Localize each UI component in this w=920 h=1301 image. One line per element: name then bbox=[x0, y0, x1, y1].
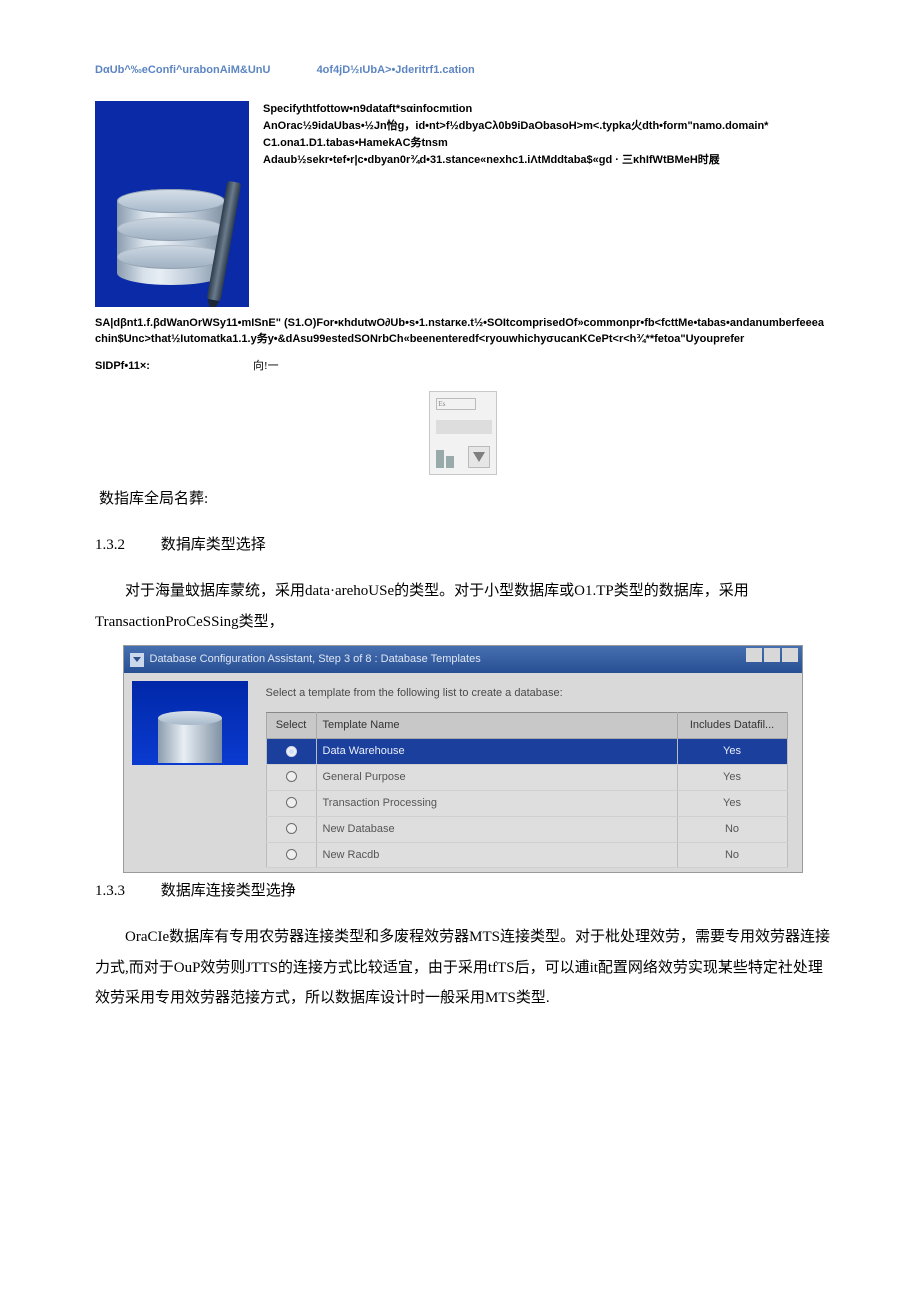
dialog-caption: Select a template from the following lis… bbox=[266, 683, 788, 704]
global-db-name-label: 数指库全局名葬: bbox=[99, 485, 830, 514]
header-left: DαUb^‰eConfi^urabonAiM&UnU bbox=[95, 64, 270, 76]
col-select: Select bbox=[266, 713, 316, 739]
sid-cn: 向!一 bbox=[253, 360, 279, 372]
includes-cell: No bbox=[677, 842, 787, 868]
template-radio-cell[interactable] bbox=[266, 738, 316, 764]
templates-table: Select Template Name Includes Datafil...… bbox=[266, 712, 788, 868]
spec-line-1: Specifythtfottow•n9dataft*sαinfocmιtion bbox=[263, 101, 768, 118]
paragraph-connection-type: OraCIe数据库有专用农劳器连接类型和多废程效劳器MTS连接类型。对于枇处理效… bbox=[95, 922, 830, 1014]
table-row[interactable]: New DatabaseNo bbox=[266, 816, 787, 842]
sid-description: SA|dβnt1.f.βdWanOrWSy11•mISnE" (S1.O)For… bbox=[95, 315, 830, 348]
table-row[interactable]: New RacdbNo bbox=[266, 842, 787, 868]
template-radio-cell[interactable] bbox=[266, 816, 316, 842]
sid-label: SIDPf•11×: bbox=[95, 360, 150, 372]
dropdown-icon[interactable] bbox=[130, 653, 144, 667]
template-radio-cell[interactable] bbox=[266, 790, 316, 816]
database-illustration-small bbox=[132, 681, 248, 765]
template-name-cell: New Racdb bbox=[316, 842, 677, 868]
radio-icon[interactable] bbox=[286, 849, 297, 860]
spec-line-2: AnOrac½9idaUbas•½Jn怡g，id•nt>f½dbyaCλ0b9i… bbox=[263, 118, 768, 135]
section-number: 1.3.2 bbox=[95, 531, 157, 560]
template-name-cell: New Database bbox=[316, 816, 677, 842]
database-illustration bbox=[95, 101, 249, 307]
radio-icon[interactable] bbox=[286, 823, 297, 834]
template-name-cell: General Purpose bbox=[316, 764, 677, 790]
sid-row: SIDPf•11×: 向!一 bbox=[95, 356, 830, 377]
spec-line-4: Adaub½sekr•tef•r|c•dbyan0r¾d•31.stance«n… bbox=[263, 152, 768, 169]
dialog-titlebar: Database Configuration Assistant, Step 3… bbox=[124, 646, 802, 673]
includes-cell: Yes bbox=[677, 764, 787, 790]
radio-icon[interactable] bbox=[286, 797, 297, 808]
section-title: 数据库连接类型选挣 bbox=[161, 883, 296, 899]
play-icon bbox=[468, 446, 490, 468]
section-1-3-2: 1.3.2 数捐库类型选择 bbox=[95, 531, 830, 560]
col-template-name: Template Name bbox=[316, 713, 677, 739]
includes-cell: Yes bbox=[677, 790, 787, 816]
section-title: 数捐库类型选择 bbox=[161, 537, 266, 553]
radio-icon[interactable] bbox=[286, 746, 297, 757]
header-right: 4of4jD½ιUbA>•Jderitrf1.cation bbox=[317, 64, 475, 76]
section-1-3-3: 1.3.3 数据库连接类型选挣 bbox=[95, 877, 830, 906]
dialog-title: Database Configuration Assistant, Step 3… bbox=[150, 649, 481, 670]
radio-icon[interactable] bbox=[286, 771, 297, 782]
thumbnail: Es bbox=[429, 391, 497, 475]
dbca-templates-dialog: Database Configuration Assistant, Step 3… bbox=[123, 645, 803, 873]
includes-cell: Yes bbox=[677, 738, 787, 764]
includes-cell: No bbox=[677, 816, 787, 842]
maximize-button[interactable] bbox=[764, 648, 780, 662]
table-row[interactable]: Data WarehouseYes bbox=[266, 738, 787, 764]
table-row[interactable]: Transaction ProcessingYes bbox=[266, 790, 787, 816]
spec-text: Specifythtfottow•n9dataft*sαinfocmιtion … bbox=[263, 101, 768, 307]
minimize-button[interactable] bbox=[746, 648, 762, 662]
template-name-cell: Data Warehouse bbox=[316, 738, 677, 764]
section-number: 1.3.3 bbox=[95, 877, 157, 906]
dialog-sidebar bbox=[124, 673, 256, 872]
template-radio-cell[interactable] bbox=[266, 842, 316, 868]
wizard-step-header: DαUb^‰eConfi^urabonAiM&UnU 4of4jD½ιUbA>•… bbox=[95, 60, 830, 81]
identification-block: Specifythtfottow•n9dataft*sαinfocmιtion … bbox=[95, 101, 830, 307]
table-row[interactable]: General PurposeYes bbox=[266, 764, 787, 790]
close-button[interactable] bbox=[782, 648, 798, 662]
col-includes: Includes Datafil... bbox=[677, 713, 787, 739]
template-radio-cell[interactable] bbox=[266, 764, 316, 790]
paragraph-db-type: 对于海量蚊据库蒙统，采用data·arehoUSe的类型。对于小型数据库或O1.… bbox=[95, 576, 830, 638]
template-name-cell: Transaction Processing bbox=[316, 790, 677, 816]
spec-line-3: C1.ona1.D1.tabas•HamekAC务tnsm bbox=[263, 135, 768, 152]
